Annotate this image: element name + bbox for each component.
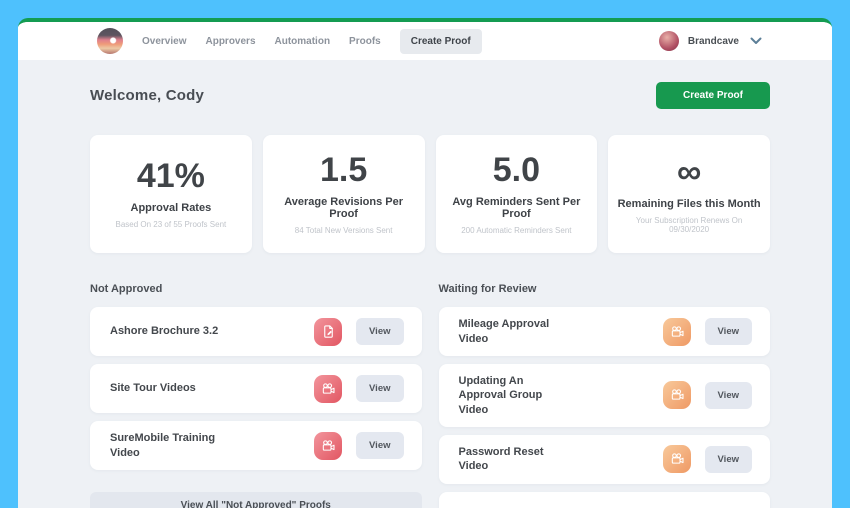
view-button[interactable]: View — [705, 382, 752, 409]
stat-card-avg-reminders: 5.0 Avg Reminders Sent Per Proof 200 Aut… — [436, 135, 598, 253]
welcome-row: Welcome, Cody Create Proof — [90, 82, 770, 109]
list-item: Updating An Approval Group Video View — [439, 364, 771, 427]
infinity-value: ∞ — [677, 155, 701, 189]
view-all-not-approved-button[interactable]: View All "Not Approved" Proofs — [90, 492, 422, 508]
nav-menu: Overview Approvers Automation Proofs Cre… — [142, 29, 482, 54]
view-button[interactable]: View — [356, 318, 403, 345]
chevron-down-icon — [750, 37, 762, 45]
account-menu[interactable]: Brandcave — [659, 31, 762, 51]
proof-title: Ashore Brochure 3.2 — [110, 324, 314, 338]
user-avatar — [659, 31, 679, 51]
stat-subtext: 84 Total New Versions Sent — [295, 226, 393, 235]
stat-card-approval-rates: 41% Approval Rates Based On 23 of 55 Pro… — [90, 135, 252, 253]
video-camera-icon — [663, 318, 691, 346]
document-edit-icon — [314, 318, 342, 346]
list-item-partial — [439, 492, 771, 508]
video-camera-icon — [314, 432, 342, 460]
list-item: Ashore Brochure 3.2 View — [90, 307, 422, 356]
proof-title: Updating An Approval Group Video — [459, 374, 663, 417]
nav-item-overview[interactable]: Overview — [142, 36, 186, 47]
account-name: Brandcave — [688, 36, 739, 47]
stat-label: Average Revisions Per Proof — [271, 196, 417, 220]
nav-item-automation[interactable]: Automation — [275, 36, 331, 47]
list-item: Mileage Approval Video View — [439, 307, 771, 356]
app-window: Overview Approvers Automation Proofs Cre… — [18, 18, 832, 508]
section-title-waiting-for-review: Waiting for Review — [439, 283, 771, 295]
view-button[interactable]: View — [356, 432, 403, 459]
proof-title: Site Tour Videos — [110, 381, 314, 395]
stat-label: Approval Rates — [131, 202, 212, 214]
stat-label: Avg Reminders Sent Per Proof — [444, 196, 590, 220]
video-camera-icon — [314, 375, 342, 403]
proof-title: Mileage Approval Video — [459, 317, 663, 346]
app-logo-icon[interactable] — [97, 28, 123, 54]
stat-value: 5.0 — [493, 153, 540, 187]
nav-item-create-proof[interactable]: Create Proof — [400, 29, 482, 54]
stat-card-average-revisions: 1.5 Average Revisions Per Proof 84 Total… — [263, 135, 425, 253]
waiting-for-review-column: Waiting for Review Mileage Approval Vide… — [439, 283, 771, 508]
nav-item-proofs[interactable]: Proofs — [349, 36, 381, 47]
stat-label: Remaining Files this Month — [618, 198, 761, 210]
not-approved-column: Not Approved Ashore Brochure 3.2 View Si… — [90, 283, 422, 508]
proof-lists: Not Approved Ashore Brochure 3.2 View Si… — [90, 283, 770, 508]
section-title-not-approved: Not Approved — [90, 283, 422, 295]
list-item: SureMobile Training Video View — [90, 421, 422, 470]
view-button[interactable]: View — [705, 446, 752, 473]
stat-cards: 41% Approval Rates Based On 23 of 55 Pro… — [90, 135, 770, 253]
list-item: Password Reset Video View — [439, 435, 771, 484]
create-proof-button[interactable]: Create Proof — [656, 82, 770, 109]
stat-value: 41% — [137, 159, 205, 193]
view-button[interactable]: View — [705, 318, 752, 345]
dashboard-content: Welcome, Cody Create Proof 41% Approval … — [18, 60, 832, 508]
video-camera-icon — [663, 445, 691, 473]
stat-card-remaining-files: ∞ Remaining Files this Month Your Subscr… — [608, 135, 770, 253]
page-title: Welcome, Cody — [90, 87, 204, 104]
top-nav: Overview Approvers Automation Proofs Cre… — [18, 22, 832, 60]
proof-title: Password Reset Video — [459, 445, 663, 474]
stat-subtext: Based On 23 of 55 Proofs Sent — [116, 220, 227, 229]
nav-item-approvers[interactable]: Approvers — [205, 36, 255, 47]
proof-title: SureMobile Training Video — [110, 431, 314, 460]
video-camera-icon — [663, 381, 691, 409]
list-item: Site Tour Videos View — [90, 364, 422, 413]
stat-subtext: Your Subscription Renews On 09/30/2020 — [616, 216, 762, 234]
stat-value: 1.5 — [320, 153, 367, 187]
view-button[interactable]: View — [356, 375, 403, 402]
stat-subtext: 200 Automatic Reminders Sent — [461, 226, 571, 235]
